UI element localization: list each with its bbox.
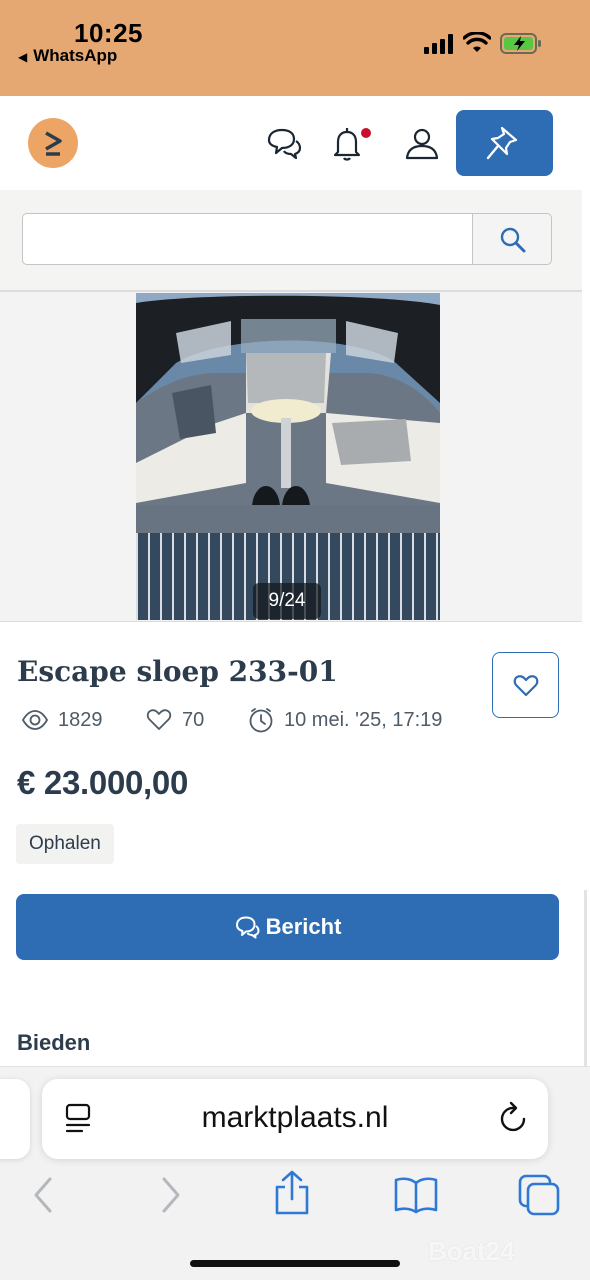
user-icon[interactable] [402, 124, 442, 164]
back-icon[interactable] [30, 1175, 56, 1215]
photo-gallery[interactable]: 9/24 [0, 292, 582, 622]
share-icon[interactable] [272, 1169, 312, 1217]
wifi-icon [463, 32, 491, 52]
boat-photo[interactable] [136, 293, 440, 620]
message-button-label: Bericht [265, 914, 342, 939]
url-text[interactable]: marktplaats.nl [42, 1101, 548, 1135]
tabs-icon[interactable] [516, 1173, 562, 1217]
notification-dot [361, 128, 371, 138]
marktplaats-logo-icon[interactable] [28, 118, 78, 168]
address-bar[interactable]: marktplaats.nl [42, 1079, 548, 1159]
search-button[interactable] [472, 213, 552, 265]
back-to-app-link[interactable]: ◀ WhatsApp [18, 46, 117, 66]
back-app-label: WhatsApp [33, 46, 118, 65]
back-arrow-icon: ◀ [18, 50, 28, 64]
price: € 23.000,00 [17, 764, 189, 801]
chat-icon[interactable] [264, 124, 304, 164]
heart-outline-icon [146, 709, 172, 730]
listing-title: Escape sloep 233-01 [17, 655, 338, 688]
home-indicator [190, 1260, 400, 1267]
reload-icon[interactable] [498, 1101, 530, 1135]
message-button[interactable]: Bericht [16, 894, 559, 960]
status-time: 10:25 [74, 18, 143, 48]
favorite-button[interactable] [492, 652, 559, 718]
search-icon [500, 227, 526, 253]
delivery-badge: Ophalen [16, 824, 114, 864]
chat-icon [235, 916, 260, 939]
photo-counter: 9/24 [253, 583, 321, 619]
place-ad-button[interactable] [456, 110, 553, 176]
battery-icon [500, 33, 541, 54]
favorites-stat: 70 [146, 706, 204, 734]
app-header [0, 96, 582, 190]
watermark: Boat24 [428, 1236, 515, 1266]
pin-icon [486, 126, 518, 160]
signal-icon [424, 34, 454, 54]
posted-date-stat: 10 mei. '25, 17:19 [248, 706, 442, 734]
favorites-count: 70 [182, 708, 205, 731]
forward-icon[interactable] [158, 1175, 184, 1215]
heart-icon [513, 675, 539, 697]
bookmarks-icon[interactable] [392, 1175, 440, 1215]
views-count: 1829 [58, 708, 103, 731]
status-bar: 10:25 ◀ WhatsApp [0, 0, 590, 96]
search-bar [0, 190, 582, 292]
previous-tab-preview[interactable] [0, 1079, 30, 1159]
clock-icon [249, 708, 273, 733]
eye-icon [22, 710, 48, 730]
views-stat: 1829 [22, 706, 103, 734]
scroll-indicator [584, 890, 587, 1070]
search-input[interactable] [22, 213, 474, 265]
posted-date: 10 mei. '25, 17:19 [284, 708, 443, 731]
bid-section-heading: Bieden [17, 1030, 91, 1055]
